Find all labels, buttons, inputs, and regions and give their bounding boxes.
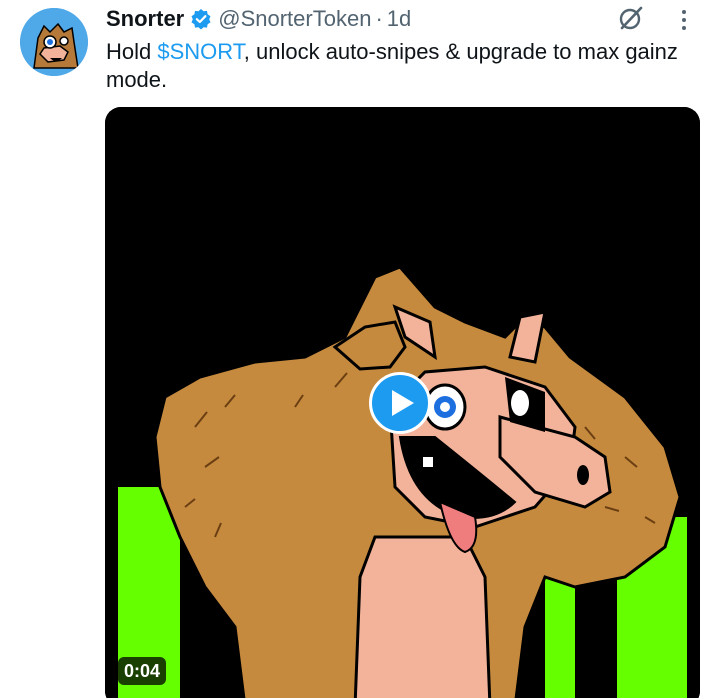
tweet[interactable]: Snorter @SnorterToken · 1d Hold $SNORT, …	[0, 0, 720, 698]
grok-icon[interactable]	[617, 4, 645, 32]
tweet-text: Hold $SNORT, unlock auto-snipes & upgrad…	[106, 38, 706, 94]
timestamp[interactable]: 1d	[387, 6, 411, 32]
play-button[interactable]	[369, 372, 431, 434]
user-handle[interactable]: @SnorterToken	[218, 6, 371, 32]
tweet-header: Snorter @SnorterToken · 1d	[106, 6, 411, 32]
display-name[interactable]: Snorter	[106, 6, 184, 32]
play-icon	[392, 390, 414, 416]
video-duration-badge: 0:04	[118, 657, 167, 685]
tweet-text-prefix: Hold	[106, 39, 158, 64]
avatar[interactable]	[20, 8, 88, 76]
separator-dot: ·	[375, 6, 383, 31]
verified-badge-icon	[190, 8, 212, 30]
cashtag-link[interactable]: $SNORT	[157, 39, 243, 64]
more-options-icon[interactable]	[676, 8, 692, 32]
